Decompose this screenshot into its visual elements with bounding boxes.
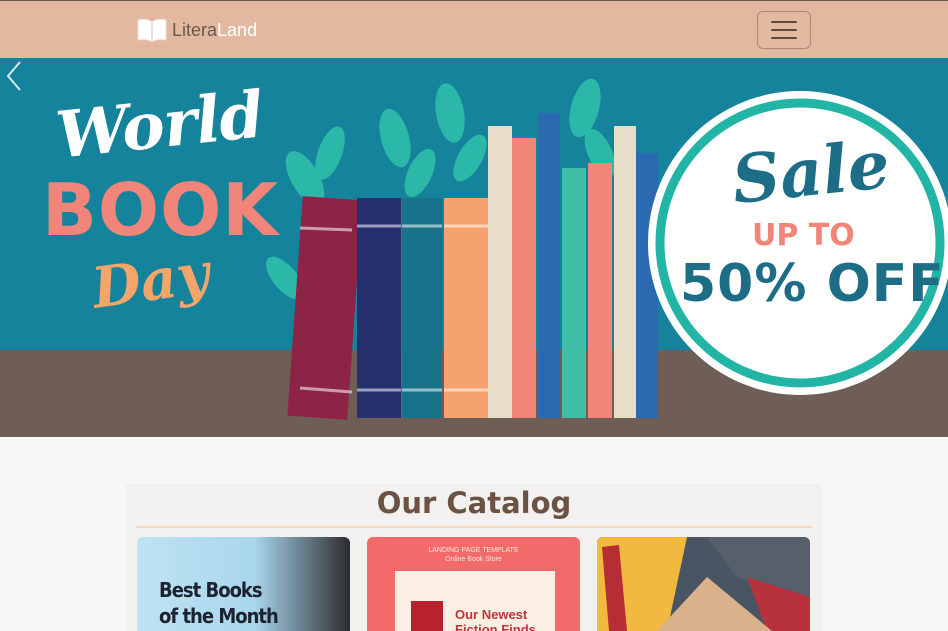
catalog-card-books-photo[interactable] — [597, 537, 810, 631]
card-text-line: of the Month — [159, 604, 279, 628]
hamburger-menu-icon — [771, 29, 797, 31]
catalog-card-fiction[interactable]: LANDING PAGE TEMPLATE Online Book Store … — [367, 537, 580, 631]
card-title-line: Fiction Finds — [455, 622, 536, 631]
navbar: LiteraLand — [0, 0, 948, 58]
stack-of-books-photo — [597, 537, 810, 631]
chevron-left-icon[interactable] — [0, 58, 28, 94]
brand-name-part1: Litera — [172, 20, 218, 40]
sale-label: Sale — [728, 124, 894, 220]
sale-upto-label: UP TO — [752, 218, 855, 253]
catalog-card-best-books[interactable]: Best Books of the Month — [137, 537, 350, 631]
brand-name-part2: Land — [217, 20, 258, 40]
catalog-section: Our Catalog Best Books of the Month LAND… — [126, 484, 822, 631]
sale-discount-label: 50% OFF — [680, 254, 945, 314]
catalog-title: Our Catalog — [376, 486, 572, 520]
card-small-text: Online Book Store — [445, 556, 502, 563]
card-small-text: LANDING PAGE TEMPLATE — [428, 547, 519, 554]
hamburger-menu-icon — [771, 37, 797, 39]
card-title: Our Newest Fiction Finds — [455, 607, 536, 631]
card-title-line: Our Newest — [455, 607, 528, 622]
card-text: Best Books of the Month — [159, 577, 279, 629]
hero-title-book: BOOK — [42, 168, 280, 252]
open-book-icon — [137, 18, 167, 43]
hero-carousel: World BOOK Day Sale UP TO 50% OFF — [0, 58, 948, 437]
brand-link[interactable]: LiteraLand — [136, 17, 257, 43]
card-text-line: Best Books — [159, 578, 263, 602]
catalog-divider — [136, 526, 812, 528]
hamburger-menu-icon — [771, 21, 797, 23]
book-image — [411, 601, 443, 631]
navbar-toggle-button[interactable] — [757, 11, 811, 49]
brand-name: LiteraLand — [172, 17, 257, 43]
